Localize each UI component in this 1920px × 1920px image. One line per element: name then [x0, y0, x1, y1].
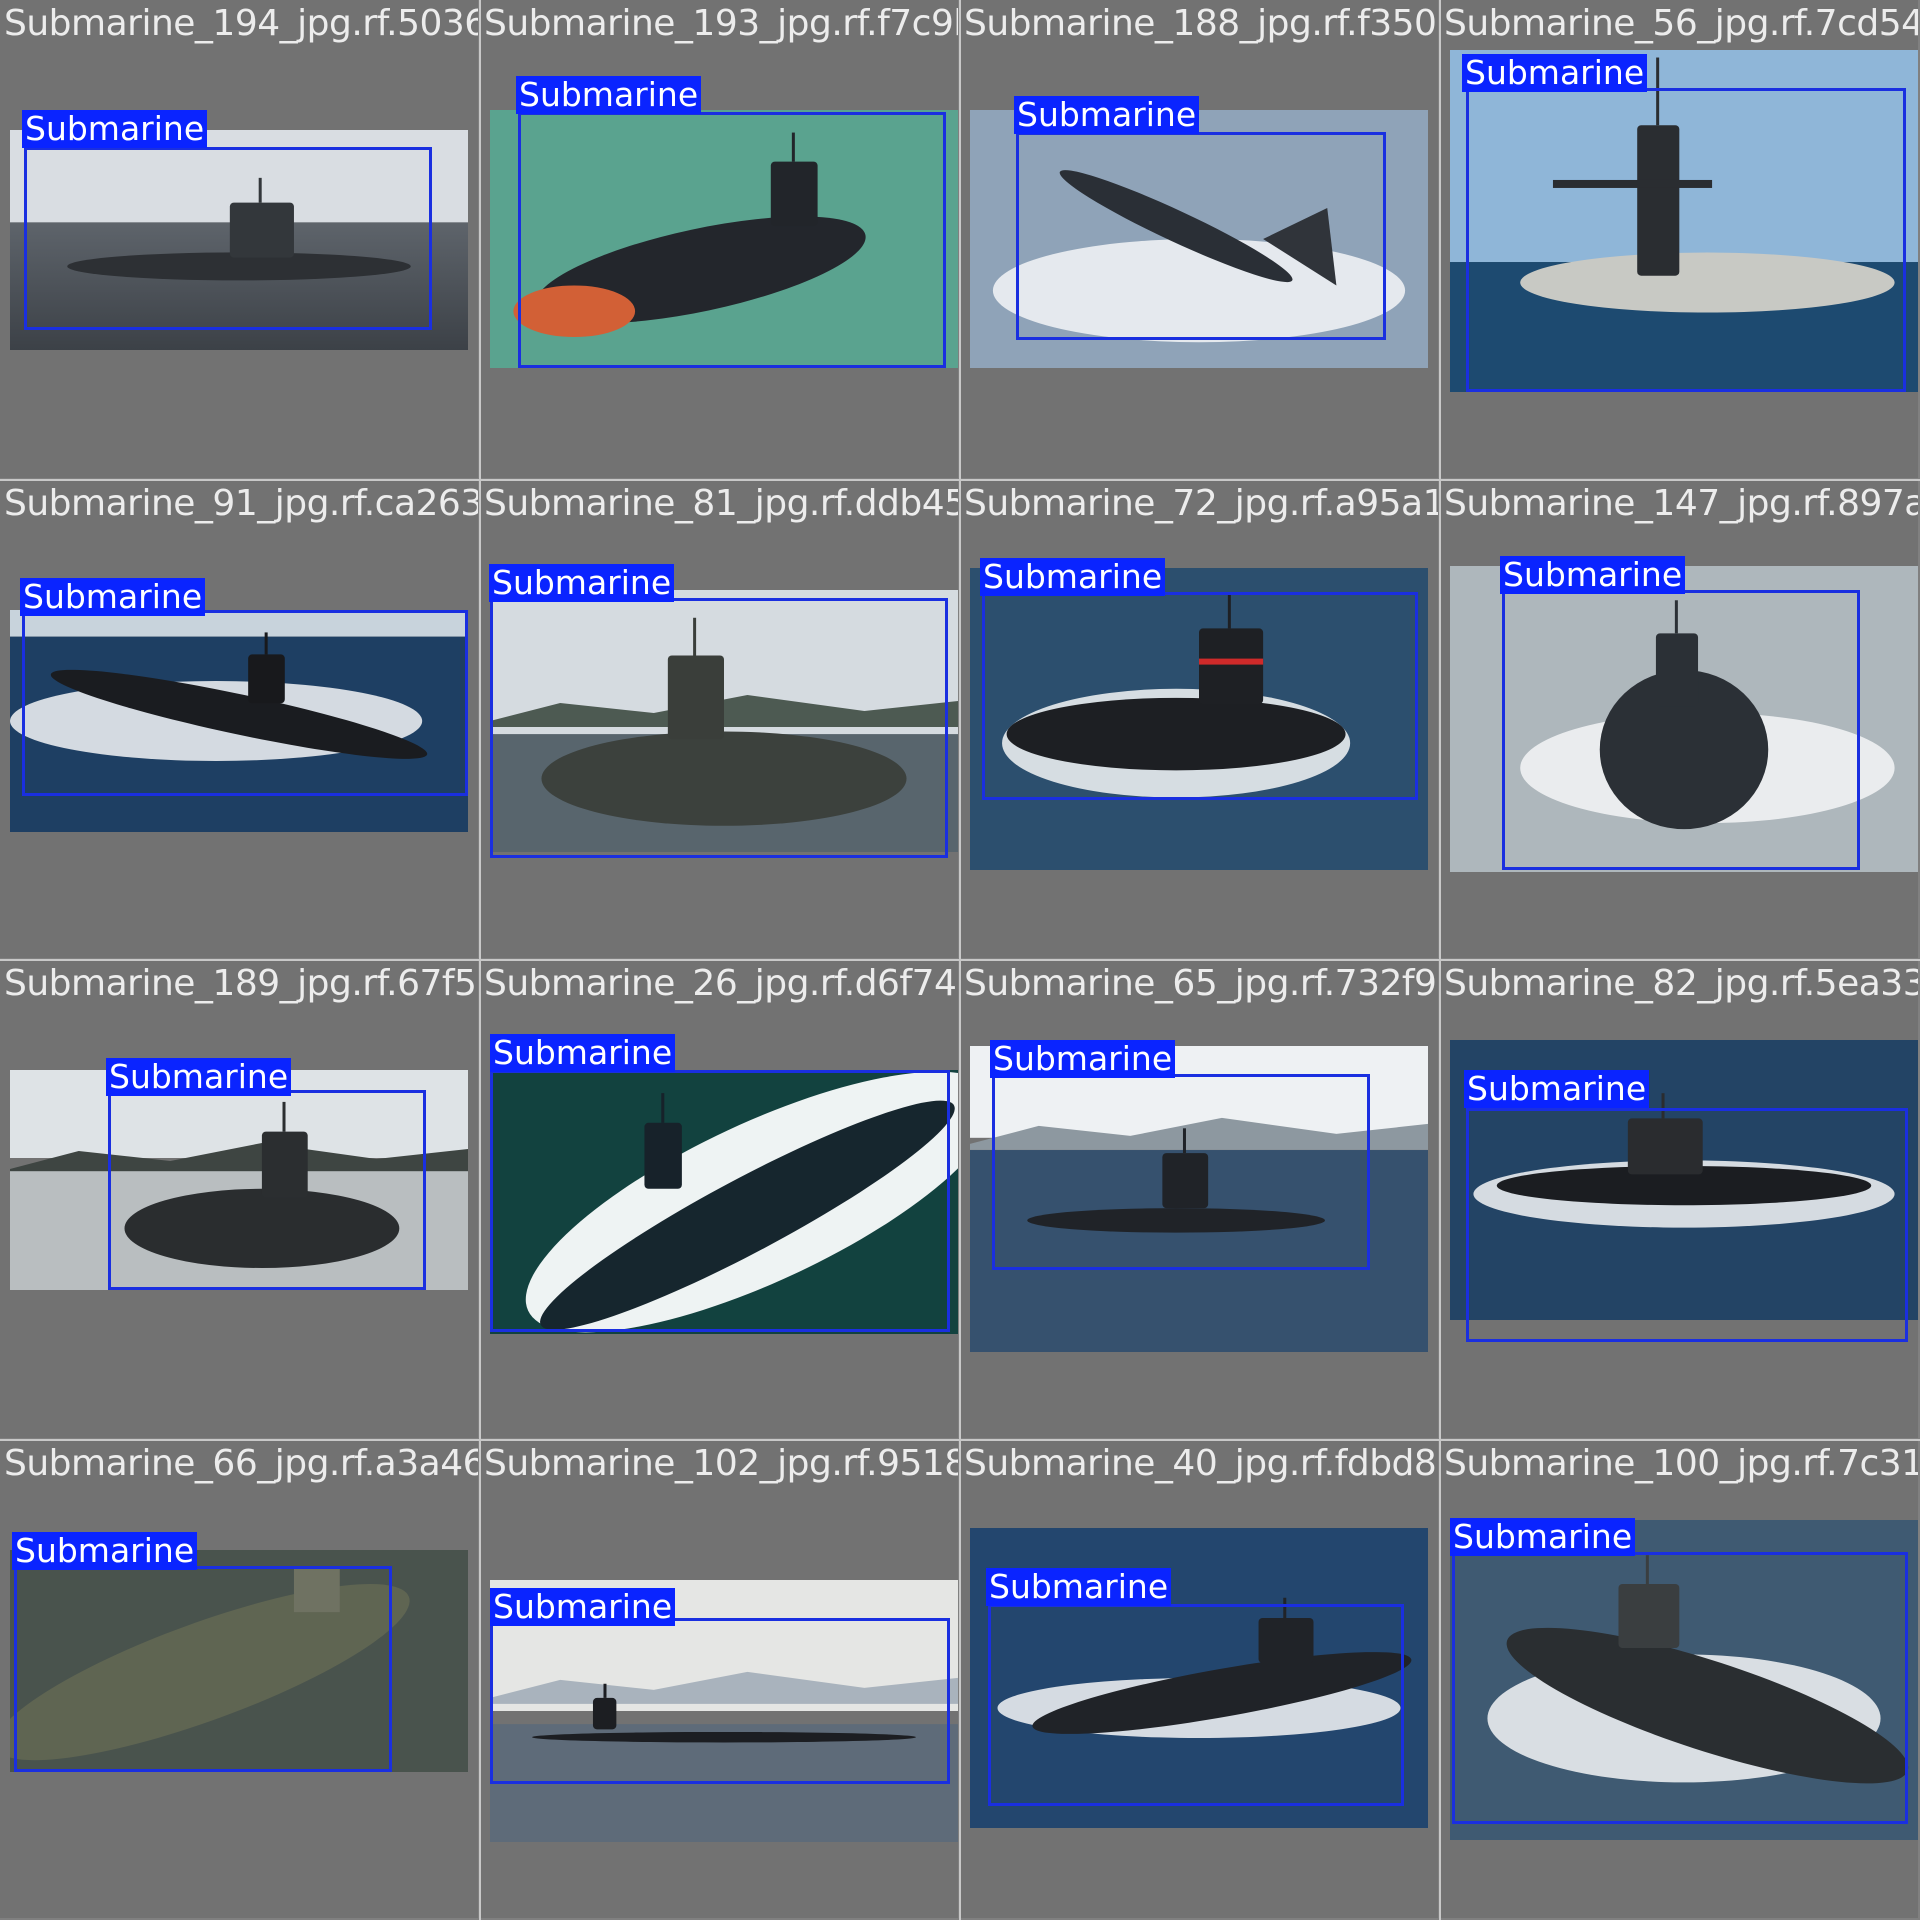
bounding-box: [1502, 590, 1860, 870]
tile-filename: Submarine_26_jpg.rf.d6f74: [484, 963, 957, 1004]
class-label: Submarine: [1014, 96, 1200, 134]
class-label: Submarine: [516, 76, 702, 114]
grid-divider: [0, 959, 1920, 961]
tile-filename: Submarine_65_jpg.rf.732f9: [964, 963, 1437, 1004]
image-tile: Submarine Submarine_189_jpg.rf.67f5e: [0, 960, 478, 1438]
grid-divider: [0, 1439, 1920, 1441]
image-tile: Submarine Submarine_65_jpg.rf.732f9: [960, 960, 1438, 1438]
class-label: Submarine: [1450, 1518, 1636, 1556]
image-tile: Submarine Submarine_56_jpg.rf.7cd54: [1440, 0, 1918, 478]
bounding-box: [108, 1090, 426, 1290]
tile-filename: Submarine_82_jpg.rf.5ea33: [1444, 963, 1918, 1004]
bounding-box: [1466, 1108, 1908, 1342]
bounding-box: [1016, 132, 1386, 340]
class-label: Submarine: [986, 1568, 1172, 1606]
image-tile: Submarine Submarine_91_jpg.rf.ca263: [0, 480, 478, 958]
class-label: Submarine: [1500, 556, 1686, 594]
image-tile: Submarine Submarine_194_jpg.rf.5036: [0, 0, 478, 478]
bounding-box: [22, 610, 468, 796]
bounding-box: [24, 147, 432, 330]
tile-filename: Submarine_66_jpg.rf.a3a46: [4, 1443, 478, 1484]
tile-filename: Submarine_102_jpg.rf.9518: [484, 1443, 958, 1484]
image-tile: Submarine Submarine_26_jpg.rf.d6f74: [480, 960, 958, 1438]
tile-filename: Submarine_189_jpg.rf.67f5e: [4, 963, 478, 1004]
class-label: Submarine: [12, 1532, 198, 1570]
class-label: Submarine: [1464, 1070, 1650, 1108]
image-tile: Submarine Submarine_40_jpg.rf.fdbd8: [960, 1440, 1438, 1918]
tile-filename: Submarine_72_jpg.rf.a95a1: [964, 483, 1438, 524]
class-label: Submarine: [489, 564, 675, 602]
class-label: Submarine: [990, 1040, 1176, 1078]
tile-filename: Submarine_56_jpg.rf.7cd54: [1444, 3, 1918, 44]
bounding-box: [1466, 88, 1906, 392]
class-label: Submarine: [20, 578, 206, 616]
tile-filename: Submarine_194_jpg.rf.5036: [4, 3, 478, 44]
bounding-box: [490, 598, 948, 858]
image-tile: Submarine Submarine_147_jpg.rf.897a: [1440, 480, 1918, 958]
image-tile: Submarine Submarine_66_jpg.rf.a3a46: [0, 1440, 478, 1918]
class-label: Submarine: [490, 1034, 676, 1072]
tile-filename: Submarine_188_jpg.rf.f3509: [964, 3, 1438, 44]
class-label: Submarine: [490, 1588, 676, 1626]
tile-filename: Submarine_100_jpg.rf.7c315: [1444, 1443, 1918, 1484]
class-label: Submarine: [106, 1058, 292, 1096]
tile-filename: Submarine_147_jpg.rf.897a: [1444, 483, 1918, 524]
class-label: Submarine: [22, 110, 208, 148]
tile-filename: Submarine_81_jpg.rf.ddb45: [484, 483, 958, 524]
bounding-box: [518, 112, 946, 368]
class-label: Submarine: [980, 558, 1166, 596]
bounding-box: [14, 1566, 392, 1772]
bounding-box: [490, 1618, 950, 1784]
tile-filename: Submarine_40_jpg.rf.fdbd8: [964, 1443, 1437, 1484]
bounding-box: [988, 1604, 1404, 1806]
image-tile: Submarine Submarine_72_jpg.rf.a95a1: [960, 480, 1438, 958]
bounding-box: [992, 1074, 1370, 1270]
tile-filename: Submarine_193_jpg.rf.f7c9b: [484, 3, 958, 44]
image-tile: Submarine Submarine_188_jpg.rf.f3509: [960, 0, 1438, 478]
image-tile: Submarine Submarine_81_jpg.rf.ddb45: [480, 480, 958, 958]
image-tile: Submarine Submarine_193_jpg.rf.f7c9b: [480, 0, 958, 478]
grid-divider: [1439, 0, 1441, 1920]
tile-filename: Submarine_91_jpg.rf.ca263: [4, 483, 478, 524]
bounding-box: [1452, 1552, 1908, 1824]
bounding-box: [490, 1070, 950, 1332]
image-tile: Submarine Submarine_102_jpg.rf.9518: [480, 1440, 958, 1918]
image-tile: Submarine Submarine_82_jpg.rf.5ea33: [1440, 960, 1918, 1438]
bounding-box: [982, 592, 1418, 800]
class-label: Submarine: [1462, 54, 1648, 92]
mosaic-grid: Submarine Submarine_194_jpg.rf.5036 Submar…: [0, 0, 1920, 1920]
image-tile: Submarine Submarine_100_jpg.rf.7c315: [1440, 1440, 1918, 1918]
